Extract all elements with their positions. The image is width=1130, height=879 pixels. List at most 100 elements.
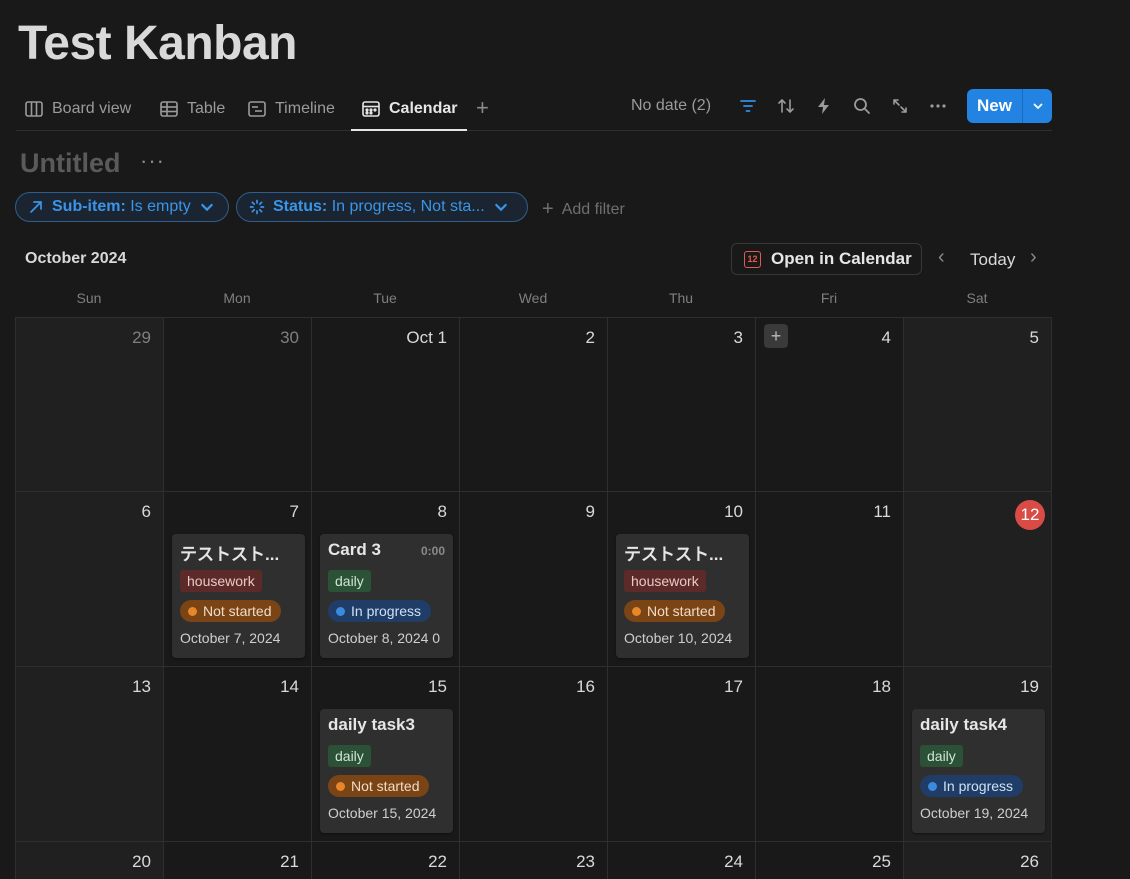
- add-view-icon[interactable]: +: [476, 95, 489, 121]
- chevron-down-icon[interactable]: [1022, 89, 1052, 123]
- day-number: 29: [132, 328, 151, 347]
- tab-calendar[interactable]: Calendar: [350, 88, 468, 131]
- weekday-label: Tue: [373, 290, 397, 306]
- day-cell[interactable]: 20: [16, 842, 164, 879]
- page-title[interactable]: Test Kanban: [18, 16, 297, 71]
- chevron-left-icon[interactable]: ‹: [938, 246, 945, 269]
- filter-subitem[interactable]: Sub-item: Is empty: [15, 192, 229, 222]
- status-label: Not started: [351, 778, 420, 794]
- calendar-card[interactable]: daily task4 daily In progress October 19…: [912, 709, 1045, 833]
- calendar-card[interactable]: テストスト... housework Not started October 1…: [616, 534, 749, 658]
- no-date-button[interactable]: No date (2): [631, 97, 711, 115]
- day-cell[interactable]: 29: [16, 318, 164, 492]
- card-date: October 7, 2024: [180, 630, 281, 646]
- more-icon[interactable]: [919, 88, 957, 124]
- day-cell[interactable]: 9: [460, 492, 608, 667]
- status-label: In progress: [943, 778, 1014, 794]
- filter-status[interactable]: Status: In progress, Not sta...: [236, 192, 528, 222]
- day-cell[interactable]: 15 daily task3 daily Not started October…: [312, 667, 460, 842]
- day-cell[interactable]: 8 Card 3 0:00 daily In progress October …: [312, 492, 460, 667]
- view-title[interactable]: Untitled: [20, 148, 121, 179]
- add-event-icon[interactable]: +: [764, 324, 788, 348]
- day-cell[interactable]: 16: [460, 667, 608, 842]
- day-cell[interactable]: 7 テストスト... housework Not started October…: [164, 492, 312, 667]
- status-badge: Not started: [328, 775, 430, 797]
- sort-icon[interactable]: [767, 88, 805, 124]
- tab-table[interactable]: Table: [159, 88, 225, 130]
- status-label: Not started: [647, 603, 716, 619]
- day-cell[interactable]: 12: [904, 492, 1052, 667]
- day-number: Oct 1: [406, 328, 447, 347]
- new-button[interactable]: New: [967, 89, 1022, 123]
- tag-badge: housework: [180, 570, 262, 592]
- filter-value: In progress, Not sta...: [331, 198, 485, 215]
- day-cell[interactable]: 14: [164, 667, 312, 842]
- search-icon[interactable]: [843, 88, 881, 124]
- calendar-card[interactable]: テストスト... housework Not started October 7…: [172, 534, 305, 658]
- day-number: 2: [585, 328, 595, 347]
- chevron-right-icon[interactable]: ›: [1030, 246, 1037, 269]
- weekday-label: Thu: [668, 290, 694, 306]
- day-cell[interactable]: 23: [460, 842, 608, 879]
- day-cell[interactable]: 24: [608, 842, 756, 879]
- open-in-calendar-label: Open in Calendar: [771, 249, 912, 268]
- day-cell[interactable]: 30: [164, 318, 312, 492]
- today-button[interactable]: Today: [970, 250, 1015, 270]
- add-filter-label: Add filter: [561, 200, 625, 218]
- card-date: October 8, 2024 0: [328, 630, 441, 646]
- plus-icon: +: [542, 198, 554, 220]
- expand-icon[interactable]: [881, 88, 919, 124]
- lightning-icon[interactable]: [805, 88, 843, 124]
- add-filter-button[interactable]: + Add filter: [542, 198, 625, 221]
- day-cell[interactable]: 18: [756, 667, 904, 842]
- card-date: October 10, 2024: [624, 630, 733, 646]
- open-in-calendar-button[interactable]: 12 Open in Calendar: [731, 243, 922, 275]
- tab-label: Board view: [52, 100, 132, 117]
- card-date: October 19, 2024: [920, 805, 1029, 821]
- tab-timeline[interactable]: Timeline: [247, 88, 335, 130]
- card-title: daily task4: [920, 715, 1007, 734]
- day-cell[interactable]: 3: [608, 318, 756, 492]
- day-cell[interactable]: 11: [756, 492, 904, 667]
- day-number: 30: [280, 328, 299, 347]
- card-date: October 15, 2024: [328, 805, 437, 821]
- status-badge: Not started: [180, 600, 282, 622]
- day-number: 13: [132, 677, 151, 696]
- weekday-label: Wed: [518, 290, 548, 306]
- calendar-card[interactable]: daily task3 daily Not started October 15…: [320, 709, 453, 833]
- day-cell[interactable]: 19 daily task4 daily In progress October…: [904, 667, 1052, 842]
- day-cell[interactable]: Oct 1: [312, 318, 460, 492]
- card-title: テストスト...: [624, 545, 724, 562]
- day-cell[interactable]: 26: [904, 842, 1052, 879]
- status-badge: Not started: [624, 600, 726, 622]
- arrow-up-right-icon: [30, 201, 42, 213]
- weekday-label: Sun: [76, 290, 102, 306]
- day-cell[interactable]: 6: [16, 492, 164, 667]
- day-number: 23: [576, 852, 595, 871]
- month-label: October 2024: [25, 250, 127, 267]
- filter-icon[interactable]: [729, 88, 767, 124]
- status-label: In progress: [351, 603, 422, 619]
- day-cell[interactable]: 2: [460, 318, 608, 492]
- day-cell[interactable]: 10 テストスト... housework Not started Octobe…: [608, 492, 756, 667]
- day-number: 7: [289, 502, 299, 521]
- day-cell[interactable]: 5: [904, 318, 1052, 492]
- status-badge: In progress: [328, 600, 432, 622]
- more-icon[interactable]: ···: [140, 148, 165, 174]
- day-cell[interactable]: 22: [312, 842, 460, 879]
- day-number: 4: [881, 328, 891, 347]
- new-button-group: New: [967, 89, 1052, 123]
- status-label: Not started: [203, 603, 272, 619]
- status-loading-icon: [249, 199, 265, 215]
- timeline-icon: [248, 101, 266, 117]
- day-cell[interactable]: + 4: [756, 318, 904, 492]
- day-cell[interactable]: 17: [608, 667, 756, 842]
- day-cell[interactable]: 25: [756, 842, 904, 879]
- calendar-card[interactable]: Card 3 0:00 daily In progress October 8,…: [320, 534, 453, 658]
- day-cell[interactable]: 13: [16, 667, 164, 842]
- tab-board-view[interactable]: Board view: [24, 88, 131, 130]
- day-number: 9: [585, 502, 595, 521]
- day-number: 6: [141, 502, 151, 521]
- day-number: 16: [576, 677, 595, 696]
- day-cell[interactable]: 21: [164, 842, 312, 879]
